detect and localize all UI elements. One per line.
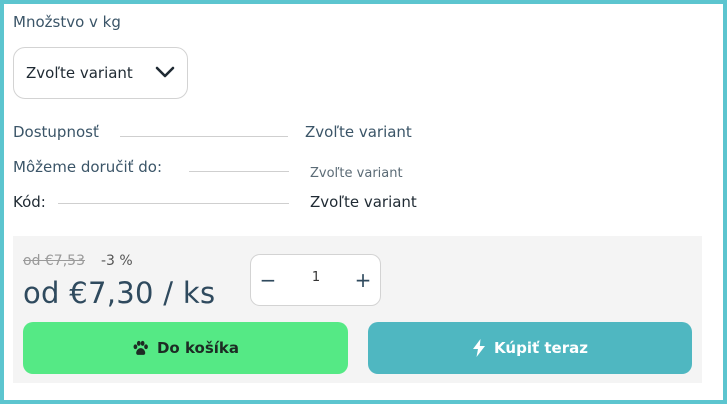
current-price: od €7,30 / ks: [23, 276, 216, 310]
code-divider: [58, 203, 289, 204]
code-label: Kód:: [13, 193, 46, 211]
delivery-divider: [189, 171, 289, 172]
availability-label: Dostupnosť: [13, 123, 99, 141]
lightning-icon: [473, 339, 486, 357]
old-price: od €7,53: [23, 253, 85, 269]
add-to-cart-label: Do košíka: [156, 339, 240, 357]
buy-now-label: Kúpiť teraz: [494, 339, 588, 357]
variant-select-value: Zvoľte variant: [26, 64, 133, 82]
decrement-button[interactable]: −: [257, 269, 279, 291]
discount-badge: -3 %: [101, 253, 133, 269]
quantity-label: Množstvo v kg: [13, 13, 121, 31]
quantity-input[interactable]: 1: [295, 270, 337, 285]
delivery-label: Môžeme doručiť do:: [13, 158, 163, 176]
code-value: Zvoľte variant: [310, 193, 417, 211]
buy-now-button[interactable]: Kúpiť teraz: [368, 322, 692, 374]
increment-button[interactable]: +: [352, 269, 374, 291]
add-to-cart-button[interactable]: Do košíka: [23, 322, 348, 374]
delivery-value: Zvoľte variant: [310, 166, 403, 181]
variant-select[interactable]: Zvoľte variant: [13, 47, 188, 99]
paw-icon: [133, 340, 148, 355]
quantity-stepper[interactable]: − 1 +: [250, 254, 381, 306]
availability-divider: [120, 136, 288, 137]
chevron-down-icon: [155, 66, 175, 78]
availability-value: Zvoľte variant: [305, 123, 412, 141]
